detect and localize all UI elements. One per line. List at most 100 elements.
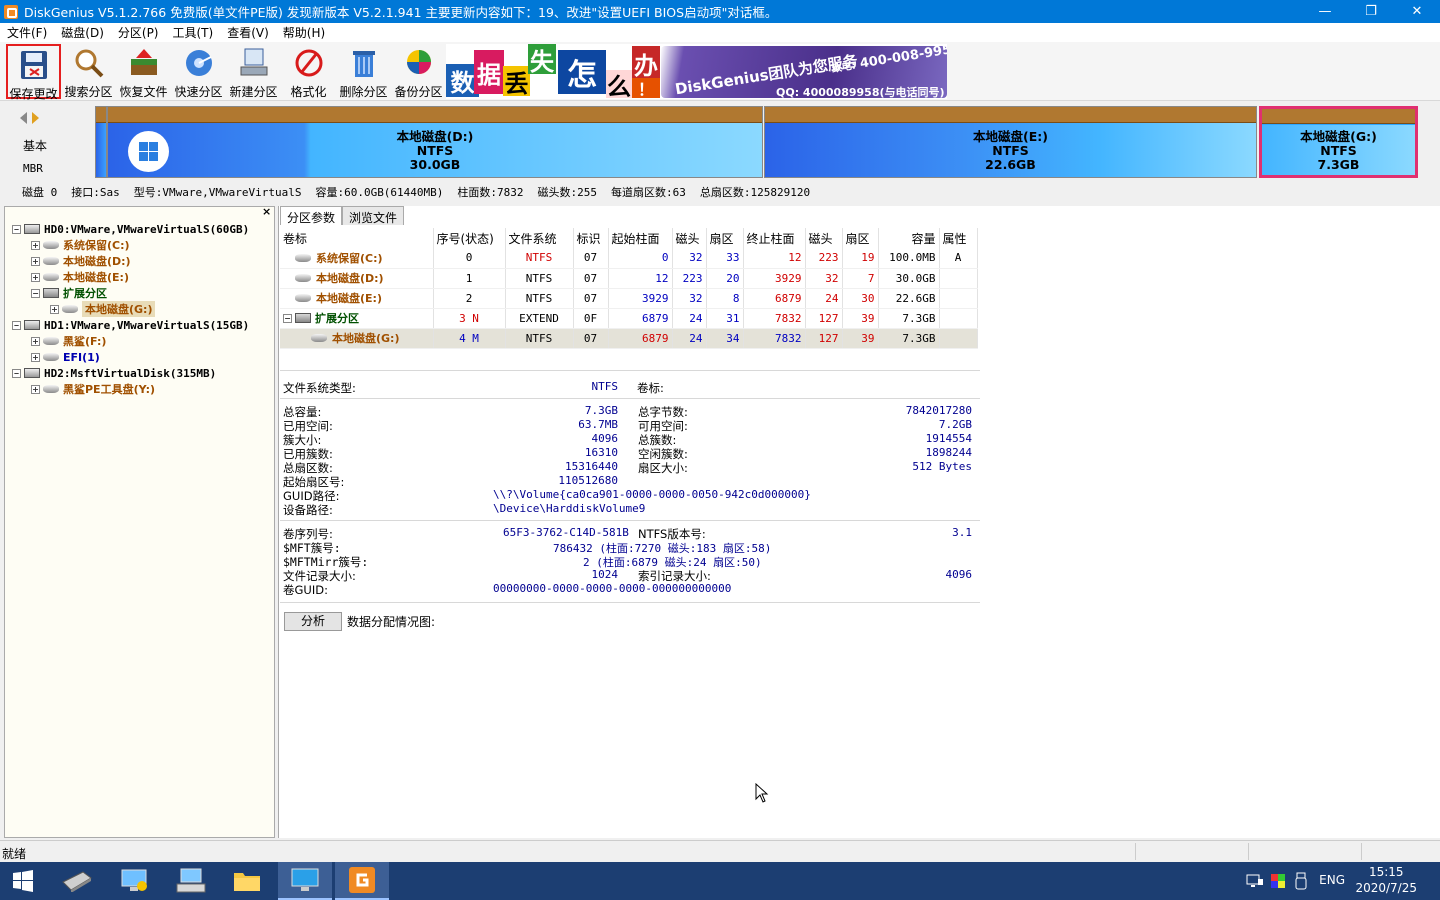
- network-icon[interactable]: [1246, 873, 1264, 889]
- delete-partition-button[interactable]: 删除分区: [336, 44, 391, 99]
- tree-node-hd2[interactable]: − HD2:MsftVirtualDisk(315MB): [12, 365, 216, 381]
- col-header[interactable]: 序号(状态): [433, 228, 506, 248]
- color-display-icon[interactable]: [1270, 873, 1286, 889]
- new-partition-button[interactable]: 新建分区: [226, 44, 281, 99]
- tree-node-c[interactable]: + 系统保留(C:): [31, 237, 130, 253]
- partition-segment-g[interactable]: 本地磁盘(G:) NTFS 7.3GB: [1259, 106, 1418, 178]
- tab-partition-params[interactable]: 分区参数: [280, 206, 343, 225]
- segment-size: 30.0GB: [409, 157, 461, 172]
- tree-node-e[interactable]: + 本地磁盘(E:): [31, 269, 129, 285]
- col-header[interactable]: 起始柱面: [608, 228, 673, 248]
- taskbar-file-explorer[interactable]: [220, 862, 274, 900]
- volume-label: 本地磁盘(D:): [316, 272, 384, 285]
- expand-icon[interactable]: +: [31, 240, 40, 250]
- table-row-selected[interactable]: 本地磁盘(G:) 4 M NTFS 07 6879 24 34 7832 127…: [280, 328, 978, 349]
- quick-partition-button[interactable]: 快速分区: [171, 44, 226, 99]
- expand-icon[interactable]: +: [31, 336, 40, 346]
- menu-partition[interactable]: 分区(P): [111, 24, 166, 41]
- start-button[interactable]: [0, 862, 46, 900]
- cell-fs: EXTEND: [505, 308, 574, 329]
- usb-drive-icon[interactable]: [1294, 872, 1308, 890]
- tree-node-hd0[interactable]: − HD0:VMware,VMwareVirtualS(60GB): [12, 221, 249, 237]
- next-disk-arrow-icon[interactable]: [32, 112, 39, 124]
- partition-segment-reserved[interactable]: [95, 106, 107, 178]
- col-header[interactable]: 磁头: [805, 228, 843, 248]
- collapse-icon[interactable]: −: [12, 224, 21, 234]
- menu-disk[interactable]: 磁盘(D): [54, 24, 111, 41]
- col-header[interactable]: 属性: [939, 228, 978, 248]
- menu-help[interactable]: 帮助(H): [276, 24, 332, 41]
- col-header[interactable]: 磁头: [672, 228, 707, 248]
- taskbar-keyboard-app[interactable]: [164, 862, 218, 900]
- expand-icon[interactable]: +: [31, 272, 40, 282]
- taskbar-drive-app[interactable]: [50, 862, 104, 900]
- cell-start-cyl: 0: [608, 248, 673, 269]
- tree-node-d[interactable]: + 本地磁盘(D:): [31, 253, 131, 269]
- col-header[interactable]: 卷标: [280, 228, 434, 248]
- windows-start-icon: [13, 870, 33, 892]
- monitor-icon: [291, 868, 319, 891]
- expand-icon[interactable]: +: [50, 304, 59, 314]
- recover-files-button[interactable]: 恢复文件: [116, 44, 171, 99]
- disk-sectors-per-track: 每道扇区数:63: [611, 186, 686, 199]
- tree-node-efi[interactable]: + EFI(1): [31, 349, 100, 365]
- tree-node-label: 黑鲨PE工具盘(Y:): [63, 383, 156, 396]
- partition-segment-d[interactable]: 本地磁盘(D:) NTFS 30.0GB: [107, 106, 763, 178]
- partition-icon: [311, 334, 327, 342]
- save-changes-button[interactable]: 保存更改: [6, 44, 61, 101]
- table-row[interactable]: − 扩展分区 3 N EXTEND 0F 6879 24 31 7832 127 …: [280, 308, 978, 329]
- total-capacity-value: 7.3GB: [584, 404, 618, 417]
- taskbar-diskgenius[interactable]: [335, 862, 389, 900]
- table-row[interactable]: 系统保留(C:) 0 NTFS 07 0 32 33 12 223 19 100…: [280, 248, 978, 269]
- format-button[interactable]: 格式化: [281, 44, 336, 99]
- tab-browse-files[interactable]: 浏览文件: [342, 206, 405, 225]
- col-header[interactable]: 标识: [573, 228, 609, 248]
- analyze-button[interactable]: 分析: [284, 612, 342, 631]
- prev-disk-arrow-icon[interactable]: [20, 112, 27, 124]
- close-button[interactable]: ✕: [1394, 0, 1440, 23]
- col-header[interactable]: 扇区: [706, 228, 744, 248]
- col-header[interactable]: 容量: [878, 228, 940, 248]
- segment-name: 本地磁盘(G:): [1300, 129, 1377, 144]
- table-row[interactable]: 本地磁盘(E:) 2 NTFS 07 3929 32 8 6879 24 30 …: [280, 288, 978, 309]
- collapse-icon[interactable]: −: [12, 368, 21, 378]
- tree-node-y[interactable]: + 黑鲨PE工具盘(Y:): [31, 381, 155, 397]
- col-header[interactable]: 扇区: [842, 228, 879, 248]
- col-header[interactable]: 文件系统: [505, 228, 574, 248]
- promo-banner[interactable]: 数 据 丢 失 怎 么 办 ！ DiskGenius团队为您服务 致电: 400…: [446, 44, 947, 99]
- maximize-button[interactable]: ❐: [1348, 0, 1394, 23]
- expand-icon[interactable]: +: [31, 352, 40, 362]
- tree-node-hd1[interactable]: − HD1:VMware,VMwareVirtualS(15GB): [12, 317, 249, 333]
- menu-tools[interactable]: 工具(T): [166, 24, 221, 41]
- divider: [280, 520, 980, 521]
- sector-size-value: 512 Bytes: [912, 460, 972, 473]
- taskbar-computer-app[interactable]: [108, 862, 162, 900]
- close-icon[interactable]: ×: [262, 205, 271, 218]
- collapse-icon[interactable]: −: [12, 320, 21, 330]
- segment-fs: NTFS: [992, 143, 1029, 158]
- disk-icon: [24, 368, 40, 378]
- collapse-icon[interactable]: −: [31, 288, 40, 298]
- cell-start-sector: 8: [706, 288, 744, 309]
- data-allocation-map-label: 数据分配情况图:: [347, 615, 436, 629]
- menu-file[interactable]: 文件(F): [0, 24, 54, 41]
- expand-icon[interactable]: +: [31, 384, 40, 394]
- cell-id: 07: [573, 248, 609, 269]
- collapse-icon[interactable]: −: [283, 313, 292, 323]
- expand-icon[interactable]: +: [31, 256, 40, 266]
- tree-node-g[interactable]: + 本地磁盘(G:): [50, 301, 156, 317]
- cell-fs: NTFS: [505, 268, 574, 289]
- backup-partition-button[interactable]: 备份分区: [391, 44, 446, 99]
- table-row[interactable]: 本地磁盘(D:) 1 NTFS 07 12 223 20 3929 32 7 3…: [280, 268, 978, 289]
- taskbar-this-pc[interactable]: [278, 862, 332, 900]
- clock[interactable]: 15:15 2020/7/25: [1355, 864, 1417, 896]
- partition-segment-e[interactable]: 本地磁盘(E:) NTFS 22.6GB: [764, 106, 1257, 178]
- col-header[interactable]: 终止柱面: [743, 228, 806, 248]
- minimize-button[interactable]: —: [1302, 0, 1348, 23]
- cell-start-cyl: 6879: [608, 308, 673, 329]
- menu-view[interactable]: 查看(V): [220, 24, 276, 41]
- tree-node-extended[interactable]: − 扩展分区: [31, 285, 107, 301]
- input-language[interactable]: ENG: [1319, 873, 1345, 887]
- tree-node-f[interactable]: + 黑鲨(F:): [31, 333, 106, 349]
- search-partition-button[interactable]: 搜索分区: [61, 44, 116, 99]
